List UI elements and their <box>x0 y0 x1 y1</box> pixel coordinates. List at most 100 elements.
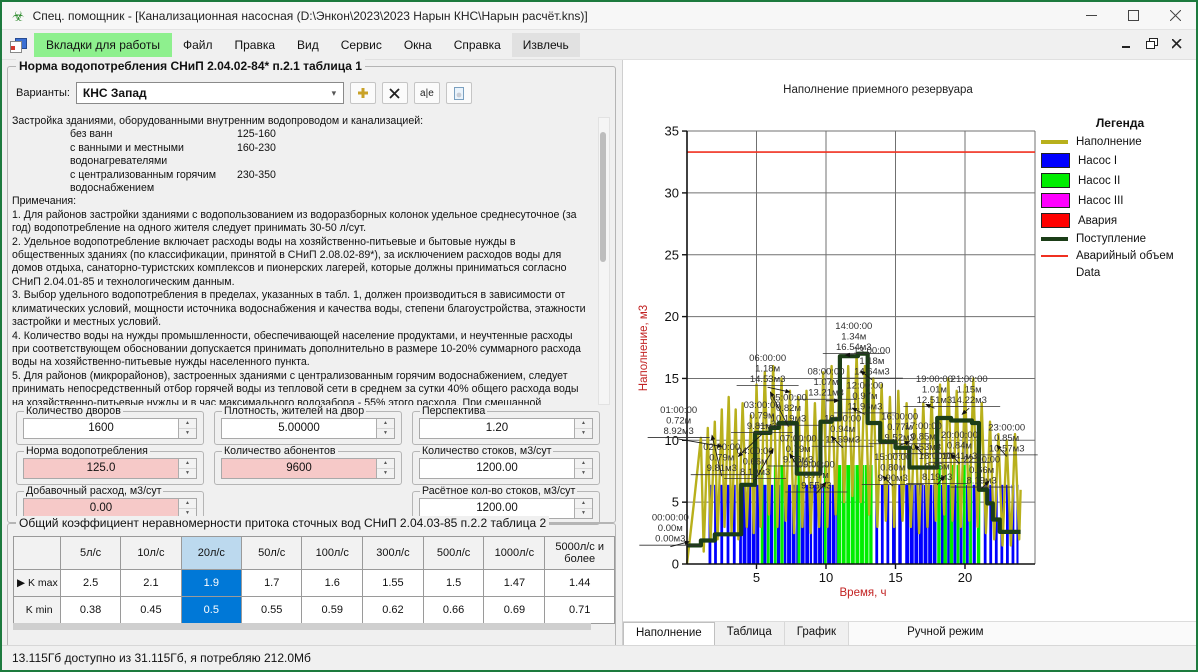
spinner-buttons[interactable]: ▲▼ <box>376 419 394 438</box>
spinner-buttons[interactable]: ▲▼ <box>376 459 394 478</box>
legend-label: Поступление <box>1076 233 1146 245</box>
table-col-header[interactable]: 10л/с <box>121 537 181 570</box>
legend-swatch-icon <box>1041 255 1068 257</box>
table-cell[interactable]: 0.66 <box>423 597 484 624</box>
info-scrollbar[interactable] <box>598 117 610 405</box>
maximize-button[interactable] <box>1112 2 1154 29</box>
table-col-header[interactable]: 20л/с <box>181 537 241 570</box>
norm-note: 5. Для районов (микрорайонов), застроенн… <box>12 370 587 405</box>
annotation-volume: 8.92м3 <box>664 426 694 437</box>
minimize-button[interactable] <box>1070 2 1112 29</box>
table-cell[interactable]: 2.1 <box>121 570 181 597</box>
tab-1[interactable]: Наполнение <box>623 622 715 645</box>
title-bar: ☣ Спец. помощник - [Канализационная насо… <box>2 2 1196 30</box>
table-cell[interactable]: 0.5 <box>181 597 241 624</box>
status-text: 13.115Гб доступно из 31.115Гб, я потребл… <box>2 651 311 665</box>
numeric-input[interactable]: 1200.00▲▼ <box>419 458 593 479</box>
y-tick-label: 0 <box>672 557 679 572</box>
table-row-header[interactable]: ▶ K max <box>14 570 61 597</box>
legend-swatch-icon <box>1041 268 1068 278</box>
spinner-buttons[interactable]: ▲▼ <box>574 419 592 438</box>
annotation-volume: 11.59м3 <box>825 435 860 446</box>
mdi-close-button[interactable] <box>1172 36 1182 54</box>
report-button[interactable] <box>446 82 472 104</box>
table-cell[interactable]: 0.59 <box>302 597 363 624</box>
table-cell[interactable]: 1.44 <box>545 570 615 597</box>
table-cell[interactable]: 0.71 <box>545 597 615 624</box>
annotation-level: 0.80м <box>880 463 905 474</box>
spinner-buttons[interactable]: ▲▼ <box>574 499 592 518</box>
table-cell[interactable]: 1.55 <box>363 570 424 597</box>
info-notes-title: Примечания: <box>12 195 587 208</box>
scrollbar-thumb[interactable] <box>600 132 606 262</box>
pump-bar-1 <box>881 485 884 564</box>
close-button[interactable] <box>1154 2 1196 29</box>
spinner-buttons[interactable]: ▲▼ <box>574 459 592 478</box>
y-tick-label: 5 <box>672 495 679 510</box>
annotation-time: 20:00:00 <box>941 430 978 441</box>
table-col-header[interactable]: 100л/с <box>302 537 363 570</box>
mdi-restore-button[interactable] <box>1146 36 1158 54</box>
table-cell[interactable]: 0.45 <box>121 597 181 624</box>
table-cell[interactable]: 1.5 <box>423 570 484 597</box>
numeric-input[interactable]: 9600▲▼ <box>221 458 395 479</box>
norm-note: 4. Количество воды на нужды промышленнос… <box>12 330 587 370</box>
menu-item-1[interactable]: Вкладки для работы <box>34 33 172 57</box>
annotation-time: 08:00:00 <box>808 367 845 378</box>
menu-item-4[interactable]: Вид <box>286 33 330 57</box>
menu-item-7[interactable]: Справка <box>443 33 512 57</box>
table-col-header[interactable]: 500л/с <box>423 537 484 570</box>
manual-mode-label[interactable]: Ручной режим <box>895 622 995 645</box>
annotation-volume: 10.57м3 <box>989 443 1025 454</box>
table-col-header[interactable]: 50л/с <box>242 537 302 570</box>
table-cell[interactable]: 0.69 <box>484 597 545 624</box>
table-col-header[interactable]: 1000л/с <box>484 537 545 570</box>
field-value: 1200.00 <box>420 459 574 478</box>
table-cell[interactable]: 0.55 <box>242 597 302 624</box>
pump-bar-1 <box>813 485 817 564</box>
tab-2[interactable]: Таблица <box>715 622 785 645</box>
table-cell[interactable]: 1.6 <box>302 570 363 597</box>
table-cell[interactable]: 1.7 <box>242 570 302 597</box>
table-cell[interactable]: 1.47 <box>484 570 545 597</box>
menu-item-6[interactable]: Окна <box>393 33 443 57</box>
table-cell[interactable]: 2.5 <box>60 570 120 597</box>
annotation-level: 0.77м <box>804 470 829 481</box>
annotation-level: 0.72м <box>666 416 691 427</box>
legend-swatch-icon <box>1041 193 1070 208</box>
table-col-header[interactable]: 300л/с <box>363 537 424 570</box>
delete-variant-button[interactable] <box>382 82 408 104</box>
table-col-header[interactable]: 5000л/с и более <box>545 537 615 570</box>
numeric-input[interactable]: 1600▲▼ <box>23 418 197 439</box>
legend-label: Насос I <box>1078 155 1117 167</box>
rename-variant-button[interactable]: a|e <box>414 82 440 104</box>
annotation-volume: 14.53м3 <box>750 374 786 385</box>
spinner-buttons[interactable]: ▲▼ <box>178 419 196 438</box>
menu-item-3[interactable]: Правка <box>223 33 286 57</box>
mdi-minimize-button[interactable] <box>1122 36 1132 54</box>
tab-3[interactable]: График <box>785 622 849 645</box>
table-col-header[interactable]: 5л/с <box>60 537 120 570</box>
annotation-time: 02:00:00 <box>703 442 740 453</box>
pump-bar-2 <box>846 465 850 564</box>
add-variant-button[interactable] <box>350 82 376 104</box>
numeric-input[interactable]: 5.00000▲▼ <box>221 418 395 439</box>
legend-swatch-icon <box>1041 213 1070 228</box>
coef-table[interactable]: 5л/с10л/с20л/с50л/с100л/с300л/с500л/с100… <box>13 536 615 624</box>
table-cell[interactable]: 1.9 <box>181 570 241 597</box>
table-cell[interactable]: 0.62 <box>363 597 424 624</box>
numeric-field: Количество стоков, м3/сут1200.00▲▼ <box>412 451 600 485</box>
menu-item-2[interactable]: Файл <box>172 33 224 57</box>
numeric-input[interactable]: 125.0▲▼ <box>23 458 197 479</box>
legend-swatch-icon <box>1041 140 1068 144</box>
menu-item-5[interactable]: Сервис <box>330 33 393 57</box>
numeric-input[interactable]: 1.20▲▼ <box>419 418 593 439</box>
y-tick-label: 35 <box>665 124 679 139</box>
annotation-volume: 10.19м3 <box>771 414 807 425</box>
table-row-header[interactable]: K min <box>14 597 61 624</box>
table-cell[interactable]: 0.38 <box>60 597 120 624</box>
spinner-buttons[interactable]: ▲▼ <box>178 459 196 478</box>
pump-bar-1 <box>973 485 976 564</box>
menu-item-8[interactable]: Извлечь <box>512 33 580 57</box>
variants-combobox[interactable]: КНС Запад ▾ <box>76 82 344 104</box>
